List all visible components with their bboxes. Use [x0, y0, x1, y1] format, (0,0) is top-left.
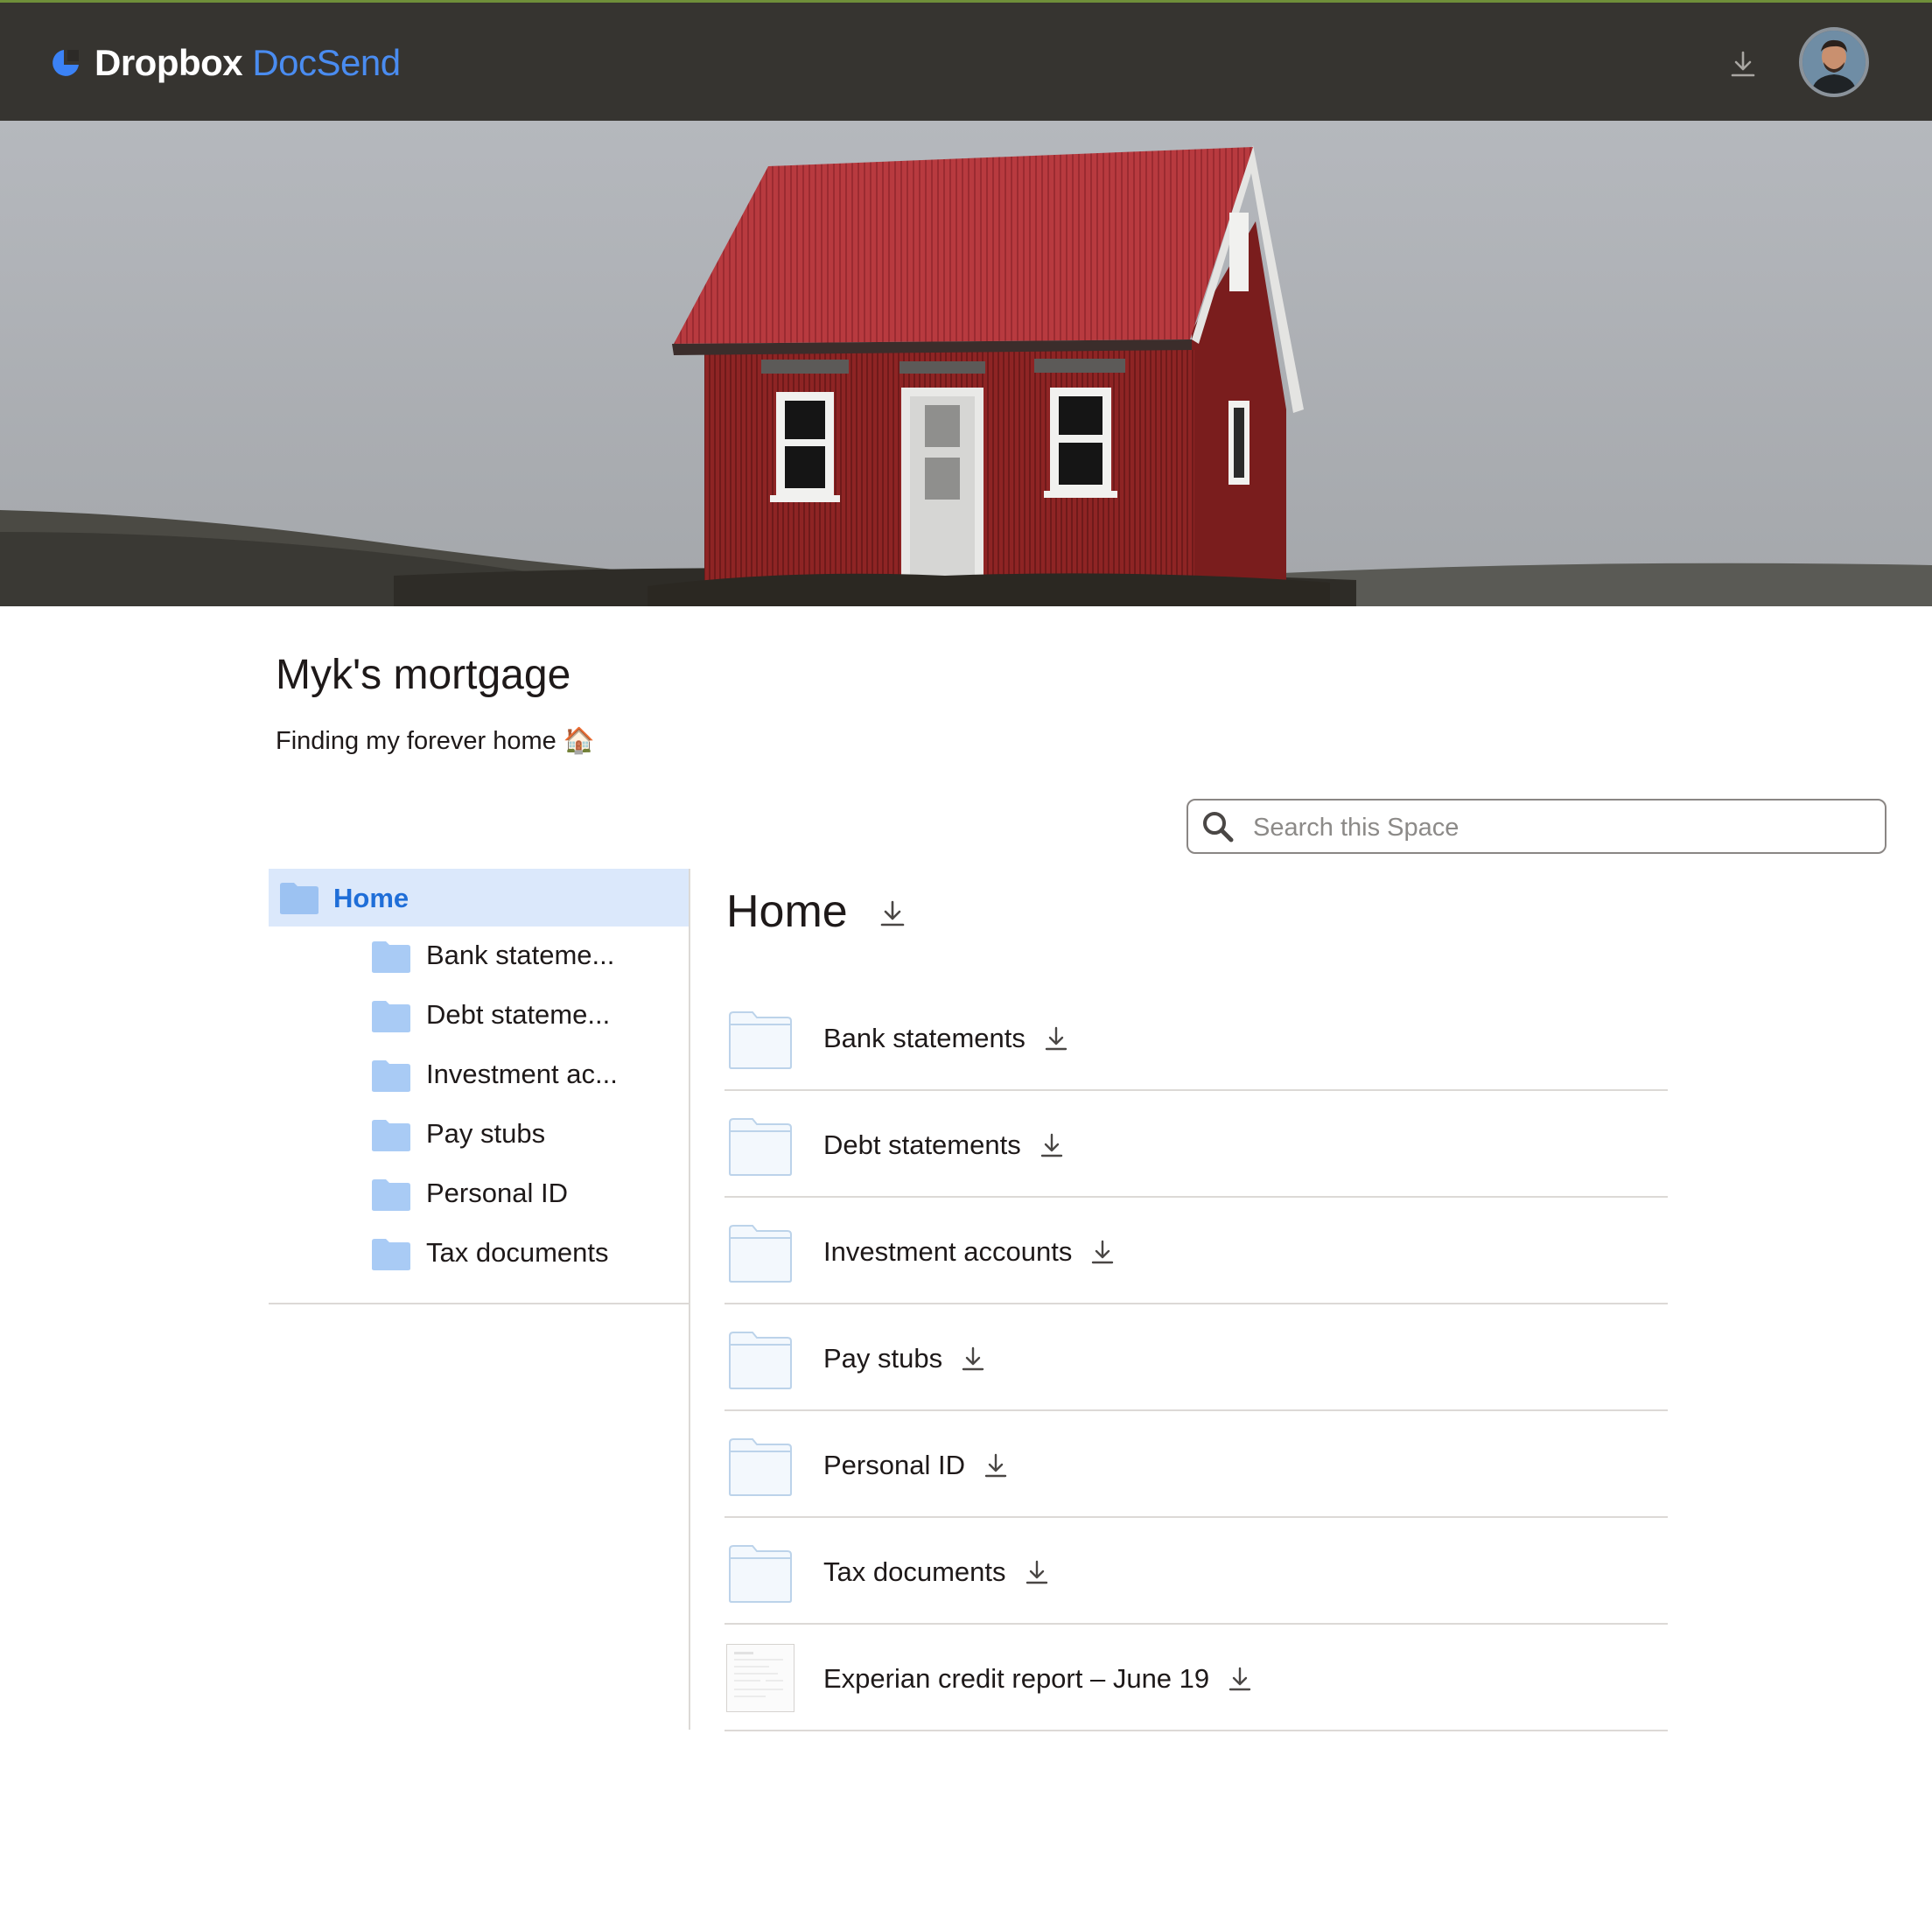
avatar-photo	[1802, 31, 1866, 94]
folder-row-investment-accounts[interactable]: Investment accounts	[724, 1198, 1668, 1304]
search-input[interactable]	[1251, 808, 1867, 848]
sidebar-item-label: Pay stubs	[426, 1118, 546, 1149]
document-thumbnail	[726, 1644, 794, 1712]
sidebar-item-label: Tax documents	[426, 1237, 609, 1268]
folder-outline-icon	[729, 1332, 792, 1389]
folder-icon	[372, 1001, 410, 1032]
sidebar-item-pay-stubs[interactable]: Pay stubs	[269, 1107, 689, 1161]
download-icon[interactable]	[1088, 1237, 1117, 1267]
download-icon[interactable]	[1727, 48, 1759, 80]
docsend-logo-icon	[52, 50, 79, 76]
folder-icon	[372, 1120, 410, 1151]
main-heading: Home	[726, 886, 848, 937]
row-label: Bank statements	[823, 1023, 1026, 1053]
folder-row-personal-id[interactable]: Personal ID	[724, 1411, 1668, 1518]
folder-outline-icon	[729, 1118, 792, 1176]
folder-icon	[372, 941, 410, 973]
top-bar: Dropbox DocSend	[0, 0, 1932, 121]
document-preview-icon	[734, 1652, 783, 1697]
brand-logo[interactable]: Dropbox DocSend	[49, 41, 401, 85]
house-photo	[0, 121, 1932, 606]
document-row-experian-credit-report[interactable]: Experian credit report – June 19	[724, 1625, 1668, 1731]
folder-row-tax-documents[interactable]: Tax documents	[724, 1518, 1668, 1625]
folder-outline-icon	[729, 1438, 792, 1496]
download-icon[interactable]	[981, 1451, 1011, 1480]
row-label: Experian credit report – June 19	[823, 1663, 1210, 1694]
folder-icon	[372, 1060, 410, 1092]
sidebar-item-home[interactable]: Home	[269, 869, 689, 927]
space-title: Myk's mortgage	[276, 652, 571, 698]
folder-outline-icon	[729, 1225, 792, 1283]
download-icon[interactable]	[1037, 1130, 1067, 1160]
sidebar-item-label: Bank stateme...	[426, 940, 615, 970]
folder-row-pay-stubs[interactable]: Pay stubs	[724, 1304, 1668, 1411]
download-icon[interactable]	[958, 1344, 988, 1374]
folder-icon	[372, 1239, 410, 1270]
space-subtitle: Finding my forever home 🏠	[276, 727, 595, 755]
download-icon[interactable]	[1022, 1557, 1052, 1587]
sidebar-item-label: Home	[333, 883, 410, 913]
folder-row-debt-statements[interactable]: Debt statements	[724, 1091, 1668, 1198]
sidebar-item-investment-accounts[interactable]: Investment ac...	[269, 1047, 689, 1101]
row-label: Pay stubs	[823, 1343, 943, 1374]
row-label: Debt statements	[823, 1129, 1021, 1160]
row-label: Investment accounts	[823, 1236, 1073, 1267]
download-icon[interactable]	[1041, 1024, 1071, 1053]
brand-name-primary: Dropbox	[94, 42, 243, 83]
user-avatar[interactable]	[1799, 27, 1869, 97]
hero-banner	[0, 121, 1932, 606]
folder-row-bank-statements[interactable]: Bank statements	[724, 984, 1668, 1091]
row-label: Tax documents	[823, 1556, 1006, 1587]
brand-name: Dropbox DocSend	[94, 42, 401, 84]
sidebar-item-bank-statements[interactable]: Bank stateme...	[269, 928, 689, 982]
folder-icon	[280, 883, 318, 914]
folder-tree-sidebar: Home Bank stateme... Debt stateme... Inv…	[269, 869, 690, 1304]
folder-outline-icon	[729, 1011, 792, 1069]
sidebar-item-label: Investment ac...	[426, 1059, 618, 1089]
brand-name-secondary: DocSend	[252, 42, 401, 83]
search-box[interactable]	[1186, 799, 1886, 854]
download-icon[interactable]	[1225, 1664, 1255, 1694]
sidebar-item-tax-documents[interactable]: Tax documents	[269, 1226, 689, 1280]
search-icon	[1203, 812, 1234, 843]
folder-icon	[372, 1179, 410, 1211]
sidebar-item-debt-statements[interactable]: Debt stateme...	[269, 988, 689, 1042]
folder-outline-icon	[729, 1545, 792, 1603]
sidebar-item-personal-id[interactable]: Personal ID	[269, 1166, 689, 1220]
row-label: Personal ID	[823, 1450, 965, 1480]
sidebar-item-label: Debt stateme...	[426, 999, 611, 1030]
download-all-icon[interactable]	[877, 898, 908, 929]
sidebar-item-label: Personal ID	[426, 1178, 568, 1208]
